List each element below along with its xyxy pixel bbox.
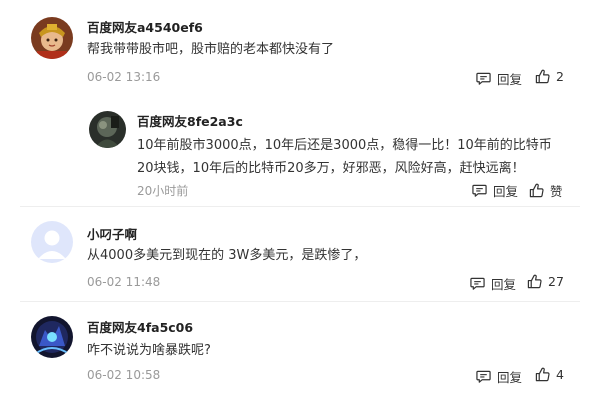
comment-bubble-icon (476, 71, 491, 86)
like-button[interactable]: 27 (527, 274, 564, 289)
username[interactable]: 小叼子啊 (87, 224, 137, 243)
like-button[interactable]: 赞 (529, 181, 563, 200)
comment-item: 小叼子啊 从4000多美元到现在的 3W多美元，是跌惨了， 06-02 11:4… (0, 207, 600, 299)
thumbs-up-icon (529, 183, 544, 198)
avatar[interactable] (31, 221, 73, 263)
like-button[interactable]: 4 (535, 367, 564, 382)
avatar[interactable] (89, 111, 126, 148)
username[interactable]: 百度网友8fe2a3c (137, 111, 243, 130)
reply-label: 回复 (493, 184, 519, 199)
like-count: 27 (548, 274, 564, 289)
reply-button[interactable]: 回复 (476, 69, 522, 88)
comment-text: 10年前股市3000点，10年后还是3000点，稳得一比！10年前的比特币20块… (137, 138, 552, 176)
thumbs-up-icon (527, 274, 542, 289)
comment-item: 百度网友4fa5c06 咋不说说为啥暴跌呢? 06-02 10:58 回复 4 (0, 302, 600, 404)
timestamp: 06-02 10:58 (87, 368, 161, 382)
comment-text: 帮我带带股市吧，股市赔的老本都快没有了 (87, 42, 335, 57)
comment-bubble-icon (470, 276, 485, 291)
timestamp: 20小时前 (137, 184, 189, 198)
comment-bubble-icon (472, 183, 487, 198)
comment-text: 从4000多美元到现在的 3W多美元，是跌惨了， (87, 248, 367, 263)
comment-item: 百度网友a4540ef6 帮我带带股市吧，股市赔的老本都快没有了 06-02 1… (0, 0, 600, 200)
reply-label: 回复 (497, 72, 523, 87)
username[interactable]: 百度网友4fa5c06 (87, 317, 193, 336)
reply-label: 回复 (491, 277, 517, 292)
comment-text: 咋不说说为啥暴跌呢? (87, 343, 211, 358)
timestamp: 06-02 11:48 (87, 275, 161, 289)
comment-thread: 百度网友a4540ef6 帮我带带股市吧，股市赔的老本都快没有了 06-02 1… (0, 0, 600, 404)
username[interactable]: 百度网友a4540ef6 (87, 17, 203, 36)
timestamp: 06-02 13:16 (87, 70, 161, 84)
reply-button[interactable]: 回复 (470, 274, 516, 293)
like-label: 赞 (550, 184, 563, 199)
thumbs-up-icon (535, 367, 550, 382)
avatar[interactable] (31, 17, 73, 59)
like-count: 2 (556, 69, 564, 84)
reply-button[interactable]: 回复 (476, 367, 522, 386)
reply-label: 回复 (497, 370, 523, 385)
reply-button[interactable]: 回复 (472, 181, 518, 200)
like-count: 4 (556, 367, 564, 382)
like-button[interactable]: 2 (535, 69, 564, 84)
avatar[interactable] (31, 316, 73, 358)
thumbs-up-icon (535, 69, 550, 84)
comment-bubble-icon (476, 369, 491, 384)
